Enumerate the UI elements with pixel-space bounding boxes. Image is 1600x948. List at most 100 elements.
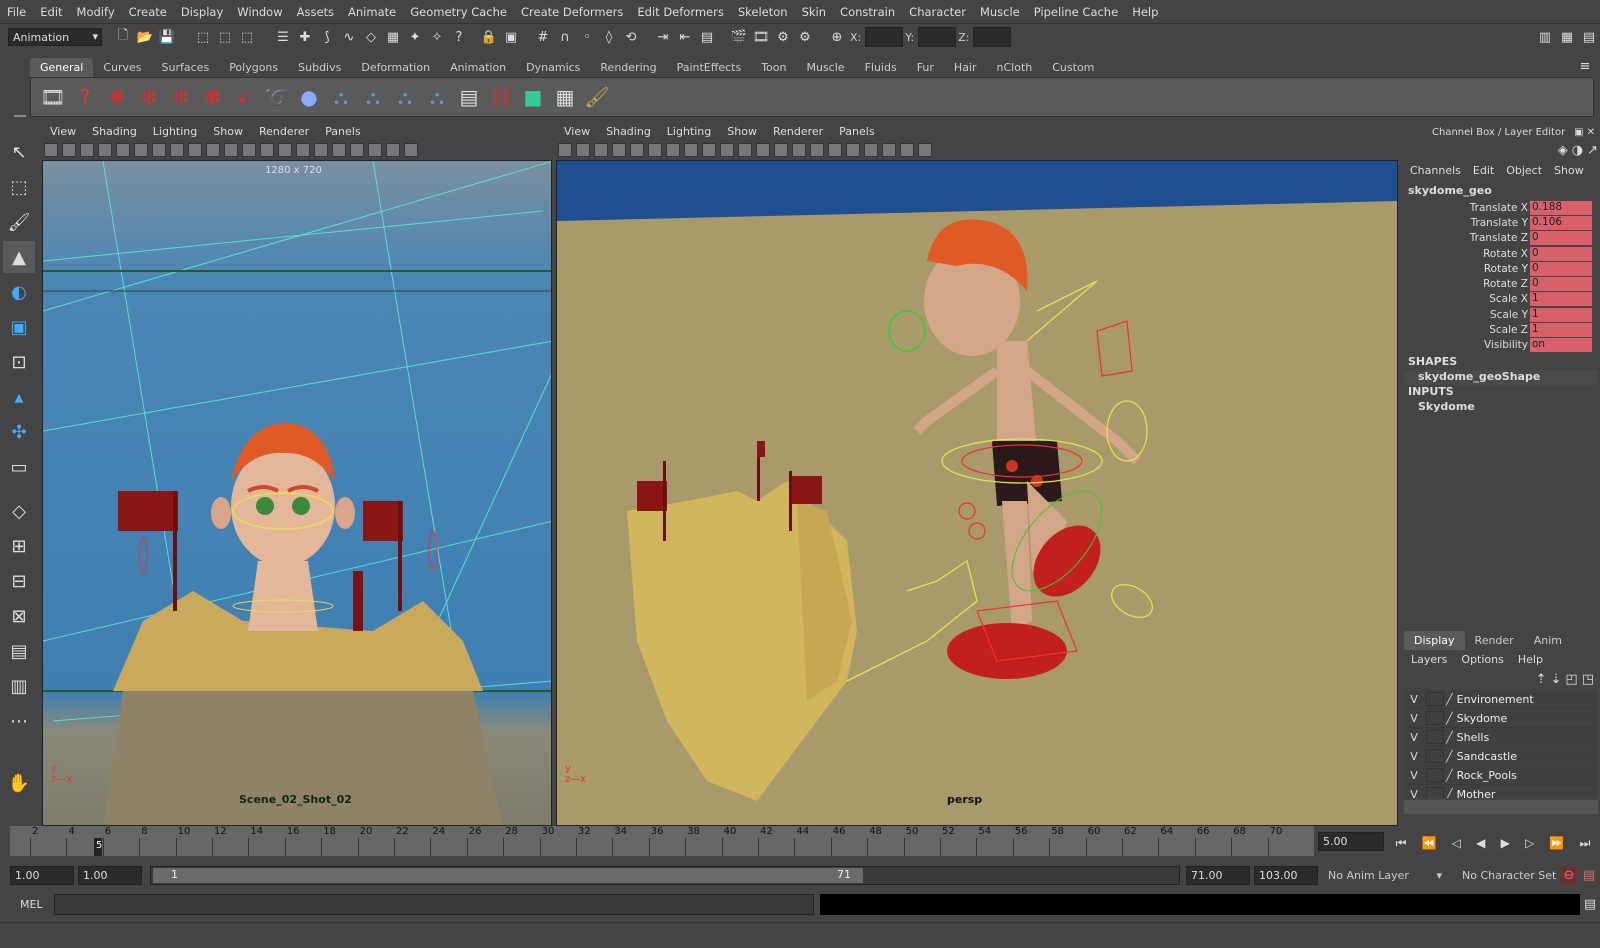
cube-icon[interactable]: ■ xyxy=(517,81,549,113)
shadows-icon[interactable] xyxy=(332,143,346,157)
menu-file[interactable]: File xyxy=(0,5,33,19)
layer-visibility-toggle[interactable]: V xyxy=(1404,750,1424,763)
wireframe-on-shaded-icon[interactable] xyxy=(278,143,292,157)
image-plane-icon[interactable] xyxy=(612,143,626,157)
shelf-tab-polygons[interactable]: Polygons xyxy=(219,58,288,77)
shelf-tab-general[interactable]: General xyxy=(30,58,94,77)
select-dynamics-icon[interactable]: ✦ xyxy=(404,26,426,48)
menu-edit-deformers[interactable]: Edit Deformers xyxy=(630,5,730,19)
lights-icon[interactable] xyxy=(314,143,328,157)
camera-select-icon[interactable] xyxy=(558,143,572,157)
z-field[interactable] xyxy=(973,27,1012,47)
menu-geometry-cache[interactable]: Geometry Cache xyxy=(403,5,514,19)
viewport-menu-renderer[interactable]: Renderer xyxy=(773,125,823,138)
time-slider[interactable]: 2 4 6 8 10 12 14 16 18 20 22 24 26 28 30 32 34 36 38 40 42 44… xyxy=(10,826,1314,856)
menu-window[interactable]: Window xyxy=(230,5,289,19)
viewport-menu-lighting[interactable]: Lighting xyxy=(667,125,711,138)
menu-skeleton[interactable]: Skeleton xyxy=(731,5,795,19)
input-ops-icon[interactable]: ⇥ xyxy=(652,26,674,48)
camera-attr-icon[interactable] xyxy=(576,143,590,157)
layer-playback-toggle[interactable] xyxy=(1426,787,1444,798)
viewport-menu-renderer[interactable]: Renderer xyxy=(259,125,309,138)
layer-row[interactable]: V ╱ Environement xyxy=(1404,690,1598,709)
scale-tool-icon[interactable]: ▣ xyxy=(3,311,35,343)
layer-row[interactable]: V ╱ Shells xyxy=(1404,728,1598,747)
ik-handle-icon[interactable]: ✻ xyxy=(133,81,165,113)
shelf-tab-muscle[interactable]: Muscle xyxy=(796,58,854,77)
menu-display[interactable]: Display xyxy=(174,5,230,19)
menu-set-dropdown[interactable]: Animation ▾ xyxy=(8,28,102,46)
camera-select-icon[interactable] xyxy=(44,143,58,157)
move-layer-down-icon[interactable]: ⇣ xyxy=(1551,672,1562,687)
channel-row[interactable]: Rotate Z0 xyxy=(1404,276,1598,292)
channel-box-mode-icon[interactable]: ◈ xyxy=(1558,143,1568,158)
hand-icon[interactable]: ✋ xyxy=(3,767,35,799)
wireframe-icon[interactable] xyxy=(756,143,770,157)
layer-visibility-toggle[interactable]: V xyxy=(1404,693,1424,706)
menu-skin[interactable]: Skin xyxy=(795,5,833,19)
layer-row[interactable]: V ╱ Rock_Pools xyxy=(1404,766,1598,785)
channel-menu-channels[interactable]: Channels xyxy=(1410,164,1461,177)
animation-preferences-icon[interactable]: ▤ xyxy=(1580,866,1598,885)
paint-brush-icon[interactable]: 🖌 xyxy=(581,81,613,113)
backface-icon[interactable] xyxy=(918,143,932,157)
shadows-icon[interactable] xyxy=(846,143,860,157)
shelf-tab-painteffects[interactable]: PaintEffects xyxy=(667,58,752,77)
layer-playback-toggle[interactable] xyxy=(1426,711,1444,725)
layer-visibility-toggle[interactable]: V xyxy=(1404,788,1424,799)
grid-cube-icon[interactable]: ▦ xyxy=(549,81,581,113)
channel-row[interactable]: Rotate X0 xyxy=(1404,246,1598,261)
channel-value[interactable]: on xyxy=(1530,338,1592,353)
lasso-tool-icon[interactable]: ⬚ xyxy=(3,171,35,203)
snap-point-icon[interactable]: ◦ xyxy=(576,26,598,48)
menu-modify[interactable]: Modify xyxy=(70,5,122,19)
show-manipulator-icon[interactable]: ✣ xyxy=(3,416,35,448)
rotate-tool-icon[interactable]: ◐ xyxy=(3,276,35,308)
shelf-tab-ncloth[interactable]: nCloth xyxy=(987,58,1043,77)
wireframe-icon[interactable] xyxy=(242,143,256,157)
channel-value[interactable]: 1 xyxy=(1530,307,1592,322)
open-scene-icon[interactable]: 📂 xyxy=(134,26,156,48)
textured-icon[interactable] xyxy=(810,143,824,157)
mask-menu-icon[interactable]: ☰ xyxy=(272,26,294,48)
layer-tab-display[interactable]: Display xyxy=(1404,630,1465,650)
bookmark-icon[interactable] xyxy=(80,143,94,157)
blend-shape-icon[interactable]: ⛬ xyxy=(357,81,389,113)
image-plane-icon[interactable] xyxy=(98,143,112,157)
script-editor-icon[interactable]: ▤ xyxy=(1582,896,1598,912)
snap-curve-icon[interactable]: ∩ xyxy=(554,26,576,48)
ik-spline-icon[interactable]: ✼ xyxy=(165,81,197,113)
channel-value[interactable]: 0.188 xyxy=(1530,200,1592,215)
channel-row[interactable]: Visibility on xyxy=(1404,338,1598,353)
select-hierarchy-icon[interactable]: ⬚ xyxy=(192,26,214,48)
safe-action-icon[interactable] xyxy=(720,143,734,157)
transform-input-icon[interactable]: ⊕ xyxy=(826,26,848,48)
channel-menu-show[interactable]: Show xyxy=(1554,164,1584,177)
layer-row[interactable]: V ╱ Mother xyxy=(1404,785,1598,798)
viewport-menu-shading[interactable]: Shading xyxy=(606,125,651,138)
channel-row[interactable]: Scale X1 xyxy=(1404,292,1598,307)
cluster-icon[interactable]: ⛬ xyxy=(325,81,357,113)
xray-joints-icon[interactable] xyxy=(386,143,400,157)
render-view-icon[interactable]: 🎬 xyxy=(728,26,750,48)
move-layer-up-icon[interactable]: ⇡ xyxy=(1536,672,1547,687)
shelf-tab-dynamics[interactable]: Dynamics xyxy=(516,58,590,77)
layer-row[interactable]: V ╱ Skydome xyxy=(1404,709,1598,728)
select-deformations-icon[interactable]: ▦ xyxy=(382,26,404,48)
select-curves-icon[interactable]: ∿ xyxy=(338,26,360,48)
menu-create[interactable]: Create xyxy=(122,5,174,19)
layer-row[interactable]: V ╱ Sandcastle xyxy=(1404,747,1598,766)
shelf-tab-fur[interactable]: Fur xyxy=(907,58,944,77)
wrap-icon[interactable]: ⛬ xyxy=(421,81,453,113)
step-back-frame-icon[interactable]: ◁ xyxy=(1452,836,1461,850)
left-viewport-canvas[interactable]: 1280 x 720 Scene_02_Shot_02 y z—x xyxy=(42,160,552,826)
shelf-tab-surfaces[interactable]: Surfaces xyxy=(152,58,220,77)
film-gate-icon[interactable] xyxy=(134,143,148,157)
channel-value[interactable]: 0 xyxy=(1530,246,1592,261)
channel-value[interactable]: 1 xyxy=(1530,323,1592,338)
x-field[interactable] xyxy=(865,27,904,47)
layout-graph-icon[interactable]: ⊠ xyxy=(3,600,35,632)
save-scene-icon[interactable]: 💾 xyxy=(156,26,178,48)
help-icon[interactable]: ? xyxy=(69,81,101,113)
playback-start-field[interactable]: 1.00 xyxy=(78,866,142,885)
